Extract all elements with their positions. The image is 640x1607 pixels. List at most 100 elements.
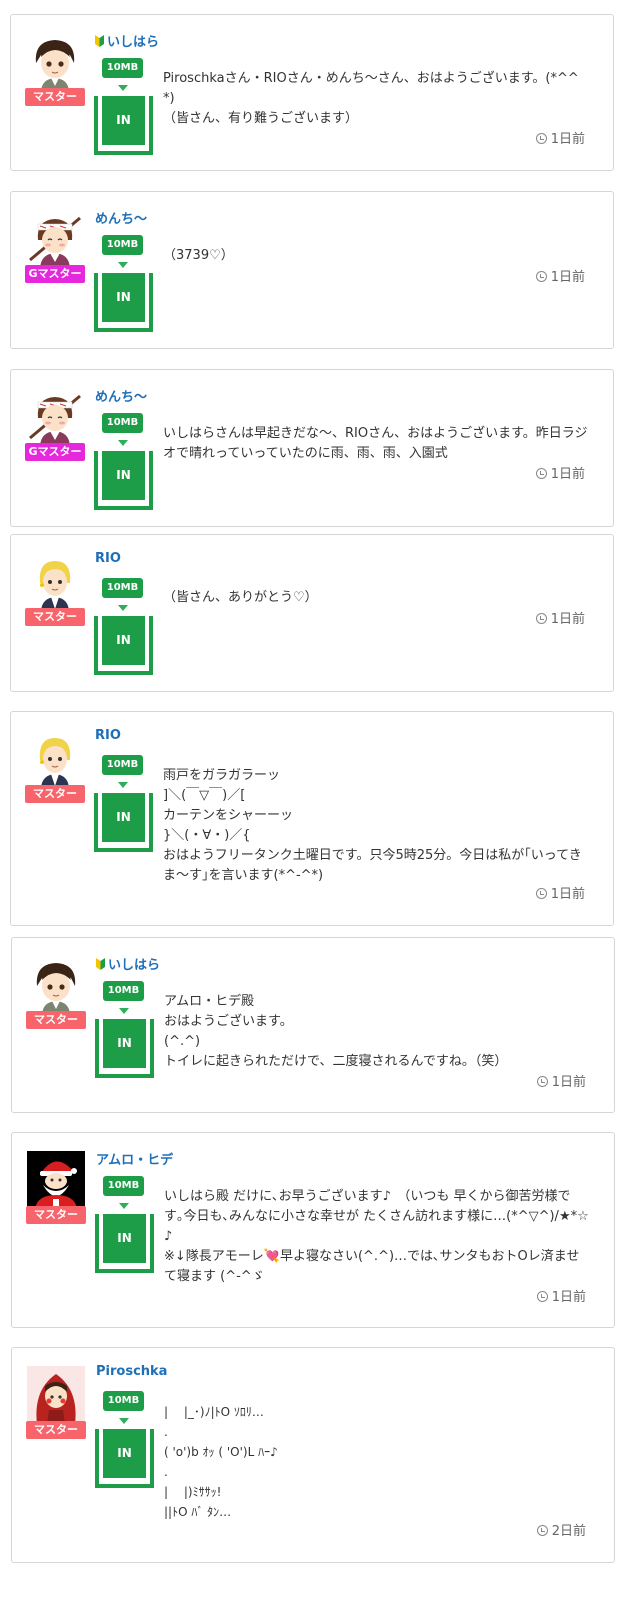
rank-badge: Gマスター [25,265,85,283]
in-status-box: IN [95,1019,154,1078]
down-arrow-icon [119,1203,129,1209]
mb-badge: 10MB [103,1176,144,1196]
clock-icon [535,468,547,479]
in-status-label: IN [102,273,145,322]
samurai-icon[interactable] [26,210,84,268]
mb-badge: 10MB [102,235,143,255]
timestamp: 1日前 [535,128,585,147]
comment-post: マスター Piroschka 10MB IN | |_･)ﾉ|ﾄO ｿﾛﾘ… .… [11,1347,615,1563]
timestamp-text: 1日前 [550,887,585,902]
username-text: いしはら [108,958,161,973]
rank-badge: マスター [25,88,85,106]
timestamp: 1日前 [536,1071,586,1090]
mb-badge: 10MB [102,578,143,598]
anime-boy-icon[interactable] [27,956,85,1014]
down-arrow-icon [119,1008,129,1014]
clock-icon [536,1291,548,1302]
username-link[interactable]: いしはら [95,31,159,50]
rank-badge: マスター [26,1011,86,1029]
in-status-label: IN [103,1429,146,1478]
timestamp: 2日前 [536,1520,586,1539]
timestamp: 1日前 [535,608,585,627]
beginner-leaf-icon [96,958,105,970]
username-link[interactable]: いしはら [96,954,160,973]
blonde-businessman-icon[interactable] [26,553,84,611]
clock-icon [535,613,547,624]
in-status-box: IN [94,96,153,155]
anime-boy-icon[interactable] [26,33,84,91]
rank-badge: マスター [25,608,85,626]
username-link[interactable]: めんち〜 [95,386,147,405]
comment-text: | |_･)ﾉ|ﾄO ｿﾛﾘ… . ( 'o')b ｵｯ ( 'O')L ﾊｰ♪… [164,1405,278,1519]
in-status-box: IN [94,616,153,675]
timestamp: 1日前 [535,266,585,285]
in-status-label: IN [103,1214,146,1263]
comment-post: マスター いしはら 10MB IN アムロ・ヒデ殿 おはようございます。 (^.… [11,937,615,1113]
timestamp-text: 1日前 [550,467,585,482]
comment-post: マスター いしはら 10MB IN Piroschkaさん・RIOさん・めんち〜… [10,14,614,171]
comment-text: いしはら殿 だけに､お早うございます♪ （いつも 早くから御苦労様です｡今日も､… [164,1189,589,1284]
username-link[interactable]: Piroschka [96,1364,167,1379]
in-status-label: IN [102,793,145,842]
rank-badge: Gマスター [25,443,85,461]
username-link[interactable]: めんち〜 [95,208,147,227]
samurai-icon[interactable] [26,388,84,446]
down-arrow-icon [118,85,128,91]
rank-badge: マスター [26,1206,86,1224]
username-link[interactable]: アムロ・ヒデ [96,1149,173,1168]
in-status-label: IN [102,96,145,145]
comment-text: Piroschkaさん・RIOさん・めんち〜さん、おはようございます。(*^^*… [163,71,579,126]
username-text: めんち〜 [95,212,148,227]
in-status-box: IN [94,793,153,852]
beginner-leaf-icon [95,35,104,47]
down-arrow-icon [118,782,128,788]
timestamp-text: 1日前 [551,1075,586,1090]
comment-text: （3739♡） [163,248,234,263]
comment-post: マスター RIO 10MB IN （皆さん、ありがとう♡） 1日前 [10,534,614,692]
in-status-box: IN [95,1214,154,1273]
comment-text: アムロ・ヒデ殿 おはようございます。 (^.^) トイレに起きられただけで、二度… [164,994,508,1069]
in-status-label: IN [102,451,145,500]
in-status-box: IN [94,273,153,332]
comment-post: Gマスター めんち〜 10MB IN いしはらさんは早起きだな〜、RIOさん、お… [10,369,614,527]
rank-badge: マスター [26,1421,86,1439]
comment-feed: マスター いしはら 10MB IN Piroschkaさん・RIOさん・めんち〜… [0,0,640,1607]
username-text: めんち〜 [95,390,148,405]
in-status-box: IN [95,1429,154,1488]
username-link[interactable]: RIO [95,728,121,743]
timestamp-text: 2日前 [551,1524,586,1539]
username-text: アムロ・ヒデ [96,1153,174,1168]
mb-badge: 10MB [103,1391,144,1411]
comment-text: いしはらさんは早起きだな〜、RIOさん、おはようございます。昨日ラジオで晴れって… [163,426,588,461]
timestamp: 1日前 [535,463,585,482]
username-text: いしはら [107,35,160,50]
mb-badge: 10MB [102,755,143,775]
blonde-businessman-icon[interactable] [26,730,84,788]
clock-icon [535,133,547,144]
comment-post: マスター アムロ・ヒデ 10MB IN いしはら殿 だけに､お早うございます♪ … [11,1132,615,1328]
santa-icon[interactable] [27,1151,85,1209]
in-status-box: IN [94,451,153,510]
rank-badge: マスター [25,785,85,803]
username-text: RIO [95,551,121,566]
down-arrow-icon [118,605,128,611]
username-link[interactable]: RIO [95,551,121,566]
in-status-label: IN [103,1019,146,1068]
down-arrow-icon [118,262,128,268]
clock-icon [536,1076,548,1087]
timestamp-text: 1日前 [551,1290,586,1305]
mb-badge: 10MB [102,413,143,433]
comment-text: 雨戸をガラガラーッ ]＼(￣▽￣)／[ カーテンをシャーーッ }＼(・∀・)／{… [163,768,582,883]
username-text: RIO [95,728,121,743]
mb-badge: 10MB [102,58,143,78]
username-text: Piroschka [96,1364,168,1379]
mb-badge: 10MB [103,981,144,1001]
red-hood-girl-icon[interactable] [27,1366,85,1424]
timestamp-text: 1日前 [550,612,585,627]
comment-text: （皆さん、ありがとう♡） [163,590,318,605]
comment-post: マスター RIO 10MB IN 雨戸をガラガラーッ ]＼(￣▽￣)／[ カーテ… [10,711,614,926]
comment-post: Gマスター めんち〜 10MB IN （3739♡） 1日前 [10,191,614,349]
clock-icon [535,888,547,899]
timestamp-text: 1日前 [550,132,585,147]
in-status-label: IN [102,616,145,665]
